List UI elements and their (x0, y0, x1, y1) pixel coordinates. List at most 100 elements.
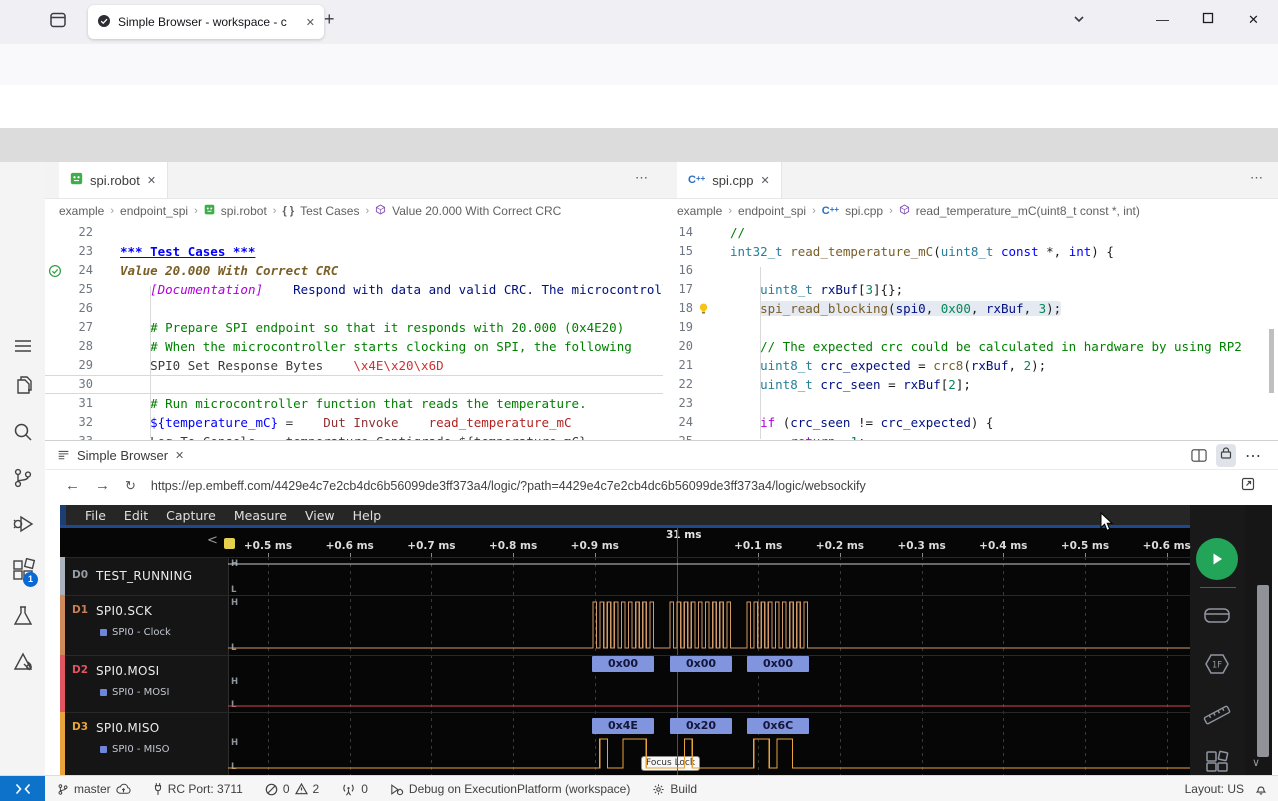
branch-indicator[interactable]: master (57, 782, 131, 796)
source-control-icon[interactable] (11, 466, 35, 490)
tab-close-icon[interactable]: ✕ (761, 174, 770, 187)
list-tabs-chevron-icon[interactable] (1072, 12, 1086, 29)
code-line-19[interactable]: 19 (663, 318, 1278, 337)
panel-more-actions-icon[interactable]: ⋯ (1245, 446, 1262, 466)
panel-tab-simple-browser[interactable]: Simple Browser ✕ (57, 441, 184, 469)
browser-panel-url[interactable]: https://ep.embeff.com/4429e4c7e2cb4dc6b5… (151, 479, 866, 493)
keyboard-layout-label[interactable]: Layout: US (1185, 782, 1244, 796)
code-line-23[interactable]: 23 *** Test Cases *** (45, 242, 663, 261)
tab-close-icon[interactable]: ✕ (147, 174, 156, 187)
measure-ruler-icon[interactable] (1201, 701, 1233, 731)
code-line-25[interactable]: 25 [Documentation] Respond with data and… (45, 280, 663, 299)
notifications-bell-icon[interactable] (1254, 782, 1268, 796)
code-editor-robot[interactable]: 22 23 *** Test Cases *** 24 Value 20.000 Wit… (45, 223, 663, 440)
code-line-24[interactable]: 24 Value 20.000 With Correct CRC (45, 261, 663, 280)
problems-indicator[interactable]: 0 2 (265, 782, 319, 796)
rc-port-indicator[interactable]: RC Port: 3711 (153, 782, 243, 796)
timeline-marker[interactable] (224, 538, 235, 549)
waveform-D1[interactable] (228, 595, 1190, 655)
maximize-button[interactable] (1202, 12, 1214, 27)
line-number: 19 (678, 320, 693, 334)
forward-icon[interactable]: → (95, 477, 110, 494)
code-line-21[interactable]: 21 uint8_t crc_expected = crc8(rxBuf, 2)… (663, 356, 1278, 375)
menu-view[interactable]: View (296, 508, 344, 523)
lock-toggle[interactable] (1216, 444, 1236, 467)
code-line-31[interactable]: 31 # Run microcontroller function that r… (45, 394, 663, 413)
open-external-icon[interactable] (1240, 476, 1256, 496)
robot-file-icon (204, 204, 215, 218)
testing-beaker-icon[interactable] (11, 604, 35, 628)
hex-1f-icon[interactable]: 1F (1201, 651, 1233, 681)
minimize-button[interactable]: — (1156, 12, 1169, 27)
menu-divider-band (60, 525, 1245, 528)
scroll-down-chevron-icon[interactable]: ∨ (1252, 756, 1260, 769)
debug-indicator[interactable]: Debug on ExecutionPlatform (workspace) (390, 782, 630, 796)
gutter-pad (713, 413, 730, 432)
run-debug-icon[interactable] (11, 512, 35, 536)
back-icon[interactable]: ← (65, 477, 80, 494)
split-editor-icon[interactable] (1191, 448, 1207, 463)
tab-close-icon[interactable]: ✕ (306, 16, 315, 29)
search-icon[interactable] (11, 420, 35, 444)
code-line-28[interactable]: 28 # When the microcontroller starts clo… (45, 337, 663, 356)
logic-analyzer[interactable]: File Edit Capture Measure View Help 31 ms < 1… (60, 505, 1272, 775)
code-line-33[interactable]: 33 Log To Console temperature Centigrade… (45, 432, 663, 440)
menu-file[interactable]: File (76, 508, 115, 523)
code-line-27[interactable]: 27 # Prepare SPI endpoint so that it res… (45, 318, 663, 337)
editor-actions-icon[interactable]: ⋯ (1250, 170, 1264, 186)
menu-measure[interactable]: Measure (225, 508, 296, 523)
code-line-22[interactable]: 22 uint8_t crc_seen = rxBuf[2]; (663, 375, 1278, 394)
firefox-view-icon[interactable] (48, 10, 68, 35)
build-indicator[interactable]: Build (652, 782, 697, 796)
device-icon[interactable] (1201, 603, 1233, 633)
code-line-14[interactable]: 14 // (663, 223, 1278, 242)
channel-name[interactable]: SPI0.SCK (96, 604, 152, 618)
channel-name[interactable]: TEST_RUNNING (96, 569, 192, 583)
waveform-D0[interactable] (228, 557, 1190, 595)
editor-actions-icon[interactable]: ⋯ (635, 170, 649, 186)
tab-spi-robot[interactable]: spi.robot ✕ (59, 162, 169, 198)
collapse-chevron-icon[interactable]: < (207, 533, 218, 548)
code-text: int32_t read_temperature_mC(uint8_t cons… (730, 244, 1114, 259)
run-capture-button[interactable] (1196, 538, 1238, 580)
code-line-22[interactable]: 22 (45, 223, 663, 242)
build-label: Build (670, 782, 698, 796)
code-line-25[interactable]: 25 return -1; (663, 432, 1278, 440)
code-line-30[interactable]: 30 (45, 375, 663, 394)
new-tab-button[interactable]: + (324, 9, 335, 30)
code-line-17[interactable]: 17 uint8_t rxBuf[3]{}; (663, 280, 1278, 299)
gutter: 31 (45, 394, 120, 413)
code-line-29[interactable]: 29 SPI0 Set Response Bytes \x4E\x20\x6D (45, 356, 663, 375)
code-line-23[interactable]: 23 (663, 394, 1278, 413)
code-line-20[interactable]: 20 // The expected crc could be calculat… (663, 337, 1278, 356)
explorer-icon[interactable] (11, 374, 35, 398)
tab-spi-cpp[interactable]: C++ spi.cpp ✕ (677, 162, 782, 198)
la-scrollbar-thumb[interactable] (1257, 585, 1269, 757)
browser-tab[interactable]: Simple Browser - workspace - c ✕ (88, 5, 324, 39)
code-line-16[interactable]: 16 (663, 261, 1278, 280)
menu-capture[interactable]: Capture (157, 508, 225, 523)
breadcrumb-right[interactable]: example › endpoint_spi › C++ spi.cpp › read… (663, 199, 1278, 223)
code-line-26[interactable]: 26 (45, 299, 663, 318)
menu-help[interactable]: Help (344, 508, 391, 523)
menu-icon[interactable] (11, 334, 35, 358)
robotframework-ext-icon[interactable] (11, 650, 35, 674)
ports-indicator[interactable]: 0 (341, 782, 368, 796)
panel-tab-close-icon[interactable]: ✕ (175, 449, 184, 462)
code-line-18[interactable]: 18 spi_read_blocking(spi0, 0x00, rxBuf, … (663, 299, 1278, 318)
code-line-24[interactable]: 24 if (crc_seen != crc_expected) { (663, 413, 1278, 432)
channel-name[interactable]: SPI0.MOSI (96, 664, 160, 678)
code-line-15[interactable]: 15 int32_t read_temperature_mC(uint8_t co… (663, 242, 1278, 261)
code-line-32[interactable]: 32 ${temperature_mC} = Dut Invoke read_t… (45, 413, 663, 432)
gutter-icon (45, 432, 65, 440)
code-editor-cpp[interactable]: 14 // 15 int32_t read_temperature_mC(uint8_… (663, 223, 1278, 440)
breadcrumb-left[interactable]: example › endpoint_spi › spi.robot › { } Te… (45, 199, 663, 223)
channel-name[interactable]: SPI0.MISO (96, 721, 160, 735)
code-text: # Run microcontroller function that read… (150, 396, 587, 411)
layout-blocks-icon[interactable] (1201, 748, 1233, 775)
remote-indicator[interactable] (0, 776, 45, 801)
reload-icon[interactable]: ↻ (125, 478, 136, 494)
menu-edit[interactable]: Edit (115, 508, 157, 523)
scrollbar-decoration[interactable] (1269, 329, 1274, 393)
close-button[interactable]: ✕ (1248, 12, 1259, 28)
